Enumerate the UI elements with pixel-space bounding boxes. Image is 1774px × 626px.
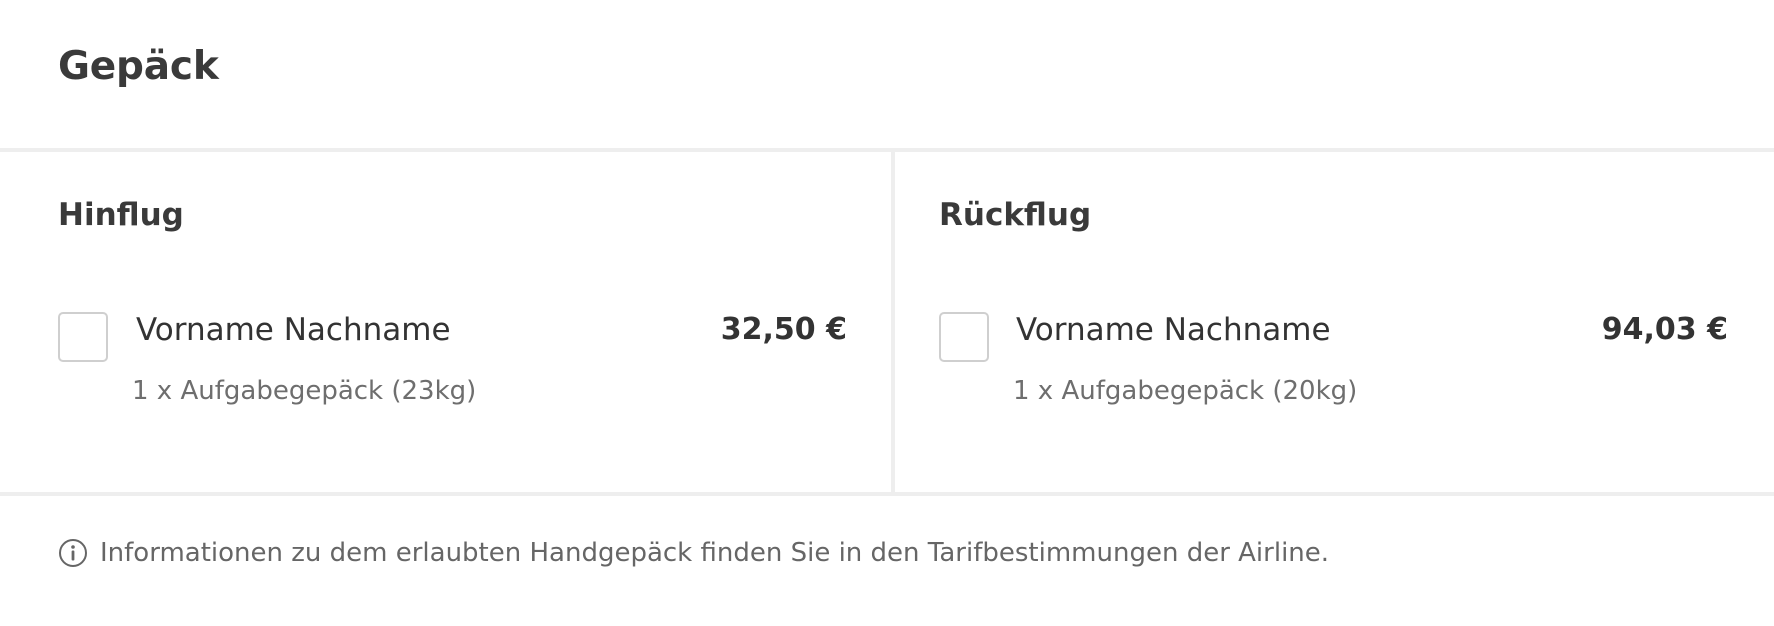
- outbound-title: Hinflug: [58, 197, 184, 233]
- outbound-passenger-name[interactable]: Vorname Nachname: [136, 312, 451, 348]
- return-title: Rückflug: [939, 197, 1092, 233]
- return-passenger-name[interactable]: Vorname Nachname: [1016, 312, 1331, 348]
- outbound-column: Hinflug Vorname Nachname 1 x Aufgabegepä…: [0, 152, 891, 492]
- bottom-divider: [0, 492, 1774, 496]
- outbound-baggage-description: 1 x Aufgabegepäck (23kg): [132, 376, 477, 406]
- baggage-section-header: Gepäck: [0, 0, 1774, 148]
- info-text: Informationen zu dem erlaubten Handgepäc…: [100, 538, 1330, 568]
- hand-baggage-info: Informationen zu dem erlaubten Handgepäc…: [58, 538, 1329, 568]
- return-baggage-checkbox[interactable]: [939, 312, 989, 362]
- outbound-baggage-checkbox[interactable]: [58, 312, 108, 362]
- section-title: Gepäck: [58, 44, 219, 89]
- return-baggage-price: 94,03 €: [1601, 312, 1728, 347]
- info-icon: [58, 538, 88, 568]
- return-baggage-description: 1 x Aufgabegepäck (20kg): [1013, 376, 1358, 406]
- outbound-baggage-price: 32,50 €: [720, 312, 847, 347]
- return-column: Rückflug Vorname Nachname 1 x Aufgabegep…: [895, 152, 1774, 492]
